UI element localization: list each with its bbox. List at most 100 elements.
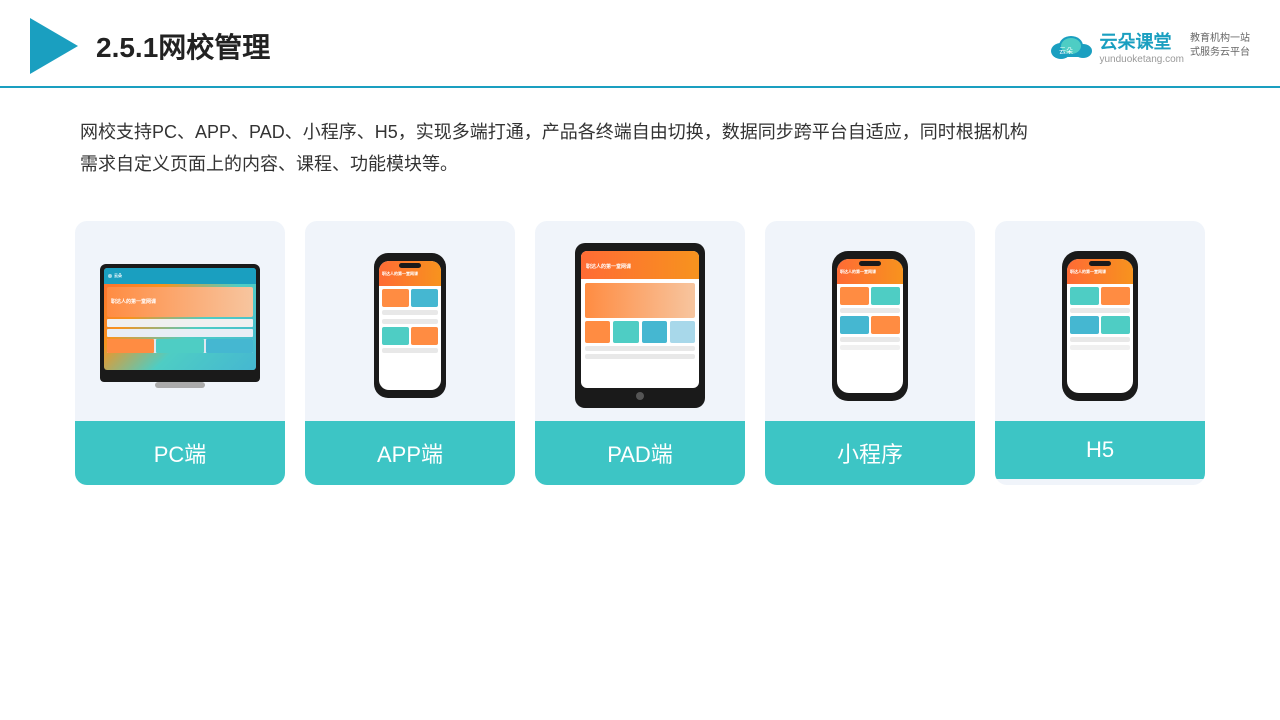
pc-banner: 职达人的第一堂网课 bbox=[107, 287, 253, 317]
pc-row3 bbox=[107, 339, 253, 353]
app-phone-mockup: 职达人的第一堂网课 bbox=[374, 253, 446, 398]
app-text2 bbox=[382, 319, 438, 324]
logo-text: 云朵课堂 yunduoketang.com bbox=[1099, 28, 1184, 65]
app-phone-screen: 职达人的第一堂网课 bbox=[379, 261, 441, 390]
cloud-icon: 云朵 bbox=[1049, 31, 1093, 61]
card-h5-image: 职达人的第一堂网课 bbox=[995, 221, 1205, 421]
pc-screen-header: 云朵 bbox=[104, 268, 256, 284]
h5-mini4 bbox=[1101, 316, 1130, 334]
miniapp-notch bbox=[859, 261, 881, 266]
card-h5-label: H5 bbox=[995, 421, 1205, 479]
pad-mockup: 职达人的第一堂网课 bbox=[575, 243, 705, 408]
brand-logo: 云朵 云朵课堂 yunduoketang.com 教育机构一站 式服务云平台 bbox=[1049, 28, 1250, 65]
h5-notch bbox=[1089, 261, 1111, 266]
pc-mockup: 云朵 职达人的第一堂网课 bbox=[100, 264, 260, 388]
pc-neck bbox=[100, 374, 260, 382]
pc-screen-inner: 云朵 职达人的第一堂网课 bbox=[104, 268, 256, 370]
pad-card2 bbox=[613, 321, 638, 343]
logo-subtitle1: 教育机构一站 bbox=[1190, 32, 1250, 46]
h5-mini2 bbox=[1101, 287, 1130, 305]
card-pad-image: 职达人的第一堂网课 bbox=[535, 221, 745, 421]
pad-row2 bbox=[585, 354, 695, 359]
card-pad: 职达人的第一堂网课 bbox=[535, 221, 745, 485]
dot1 bbox=[108, 274, 112, 278]
miniapp-phone-screen: 职达人的第一堂网课 bbox=[837, 259, 903, 393]
pc-row1 bbox=[107, 319, 253, 327]
app-card-row1 bbox=[382, 289, 438, 307]
app-mini1 bbox=[382, 289, 409, 307]
pc-screen-body: 职达人的第一堂网课 bbox=[104, 284, 256, 356]
card-pc: 云朵 职达人的第一堂网课 bbox=[75, 221, 285, 485]
pad-banner bbox=[585, 283, 695, 318]
phone-notch bbox=[399, 263, 421, 268]
h5-banner-text: 职达人的第一堂网课 bbox=[1070, 270, 1106, 275]
pc-card3 bbox=[206, 339, 253, 353]
card-app-image: 职达人的第一堂网课 bbox=[305, 221, 515, 421]
app-mini4 bbox=[411, 327, 438, 345]
app-banner-text: 职达人的第一堂网课 bbox=[382, 272, 418, 277]
miniapp-text1 bbox=[840, 308, 900, 313]
app-mini2 bbox=[411, 289, 438, 307]
pc-card1 bbox=[107, 339, 154, 353]
miniapp-text2 bbox=[840, 337, 900, 342]
description-block: 网校支持PC、APP、PAD、小程序、H5，实现多端打通，产品各终端自由切换，数… bbox=[0, 88, 1280, 191]
app-text1 bbox=[382, 310, 438, 315]
card-pc-image: 云朵 职达人的第一堂网课 bbox=[75, 221, 285, 421]
app-mini3 bbox=[382, 327, 409, 345]
pad-card3 bbox=[642, 321, 667, 343]
app-screen-body bbox=[379, 286, 441, 357]
h5-card-row2 bbox=[1070, 316, 1130, 334]
cards-container: 云朵 职达人的第一堂网课 bbox=[0, 191, 1280, 505]
pad-cards bbox=[585, 321, 695, 343]
card-app: 职达人的第一堂网课 bbox=[305, 221, 515, 485]
miniapp-mini4 bbox=[871, 316, 900, 334]
miniapp-card-row2 bbox=[840, 316, 900, 334]
cloud-logo: 云朵 云朵课堂 yunduoketang.com 教育机构一站 式服务云平台 bbox=[1049, 28, 1250, 65]
card-miniapp-image: 职达人的第一堂网课 bbox=[765, 221, 975, 421]
miniapp-phone-mockup: 职达人的第一堂网课 bbox=[832, 251, 908, 401]
svg-text:云朵: 云朵 bbox=[1059, 47, 1073, 55]
miniapp-card-row1 bbox=[840, 287, 900, 305]
h5-phone-screen: 职达人的第一堂网课 bbox=[1067, 259, 1133, 393]
miniapp-mini3 bbox=[840, 316, 869, 334]
miniapp-banner-text: 职达人的第一堂网课 bbox=[840, 270, 876, 275]
card-miniapp-label: 小程序 bbox=[765, 421, 975, 485]
logo-subtitle2: 式服务云平台 bbox=[1190, 46, 1250, 60]
pad-card4 bbox=[670, 321, 695, 343]
h5-mini3 bbox=[1070, 316, 1099, 334]
pc-logo-text: 云朵 bbox=[114, 273, 122, 279]
pc-row2 bbox=[107, 329, 253, 337]
h5-screen-body bbox=[1067, 284, 1133, 353]
header: 2.5.1网校管理 云朵 云朵课堂 yunduoketang.com 教育机构一… bbox=[0, 0, 1280, 88]
pad-home-button bbox=[636, 392, 644, 400]
pad-screen-body bbox=[581, 279, 699, 363]
logo-subtitle: 教育机构一站 式服务云平台 bbox=[1190, 32, 1250, 60]
h5-card-row1 bbox=[1070, 287, 1130, 305]
page-title: 2.5.1网校管理 bbox=[96, 26, 270, 66]
pad-banner-text: 职达人的第一堂网课 bbox=[586, 263, 631, 270]
description-line1: 网校支持PC、APP、PAD、小程序、H5，实现多端打通，产品各终端自由切换，数… bbox=[80, 116, 1200, 148]
card-pad-label: PAD端 bbox=[535, 421, 745, 485]
card-app-label: APP端 bbox=[305, 421, 515, 485]
card-miniapp: 职达人的第一堂网课 bbox=[765, 221, 975, 485]
miniapp-mini1 bbox=[840, 287, 869, 305]
h5-phone-mockup: 职达人的第一堂网课 bbox=[1062, 251, 1138, 401]
pc-base bbox=[155, 382, 205, 388]
card-h5: 职达人的第一堂网课 bbox=[995, 221, 1205, 485]
h5-text1 bbox=[1070, 308, 1130, 313]
miniapp-mini2 bbox=[871, 287, 900, 305]
miniapp-text3 bbox=[840, 345, 900, 350]
h5-mini1 bbox=[1070, 287, 1099, 305]
card-pc-label: PC端 bbox=[75, 421, 285, 485]
pad-row1 bbox=[585, 346, 695, 351]
pad-card1 bbox=[585, 321, 610, 343]
pc-banner-text: 职达人的第一堂网课 bbox=[111, 298, 156, 305]
miniapp-screen-body bbox=[837, 284, 903, 353]
logo-triangle-icon bbox=[30, 18, 78, 74]
h5-text3 bbox=[1070, 345, 1130, 350]
logo-name: 云朵课堂 bbox=[1099, 28, 1184, 54]
app-text3 bbox=[382, 348, 438, 353]
app-card-row2 bbox=[382, 327, 438, 345]
pad-screen-top: 职达人的第一堂网课 bbox=[581, 251, 699, 279]
pad-screen: 职达人的第一堂网课 bbox=[581, 251, 699, 388]
